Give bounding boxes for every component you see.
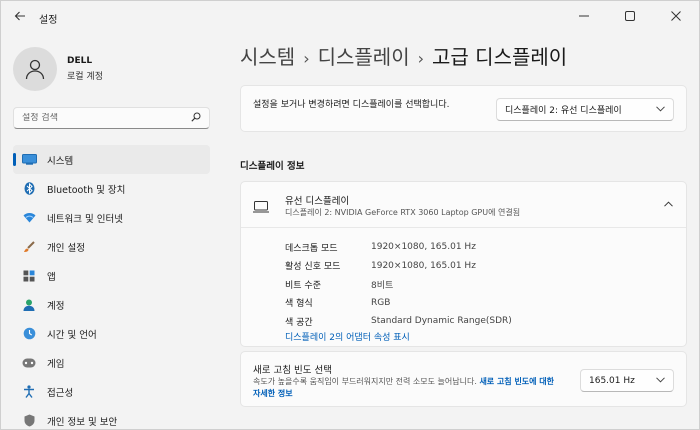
property-key: 비트 수준 [285,280,321,291]
person-icon [21,297,37,313]
sidebar-item-privacy-security[interactable]: 개인 정보 및 보안 [13,406,210,429]
chevron-down-icon [656,376,665,386]
breadcrumb-separator: › [303,49,310,68]
breadcrumb: 시스템 › 디스플레이 › 고급 디스플레이 [240,41,567,70]
close-icon [671,11,681,21]
refresh-rate-title: 새로 고침 빈도 선택 [253,365,332,376]
display-info-title: 유선 디스플레이 [285,196,350,207]
user-profile[interactable]: DELL 로컬 계정 [13,45,103,93]
brush-icon [21,239,37,255]
section-title-display-info: 디스플레이 정보 [240,161,305,172]
sidebar-item-label: 개인 설정 [47,242,85,254]
gamepad-icon [21,355,37,371]
property-value: 8비트 [371,280,394,291]
property-value: 1920×1080, 165.01 Hz [371,260,476,271]
display-select-description: 설정을 보거나 변경하려면 디스플레이를 선택합니다. [253,100,450,110]
refresh-rate-description: 속도가 높을수록 움직임이 부드러워지지만 전력 소모도 늘어납니다. 새로 고… [253,376,563,400]
sidebar-item-label: 게임 [47,358,65,370]
back-button[interactable] [7,7,33,29]
breadcrumb-separator: › [417,49,425,68]
display-select-card: 설정을 보거나 변경하려면 디스플레이를 선택합니다. 디스플레이 2: 유선 … [240,85,687,132]
sidebar: DELL 로컬 계정 시스템 Bluetooth 및 장치 [1,35,223,429]
search-box[interactable] [13,107,210,129]
sidebar-item-label: 네트워크 및 인터넷 [47,213,123,225]
display-select-value: 디스플레이 2: 유선 디스플레이 [505,106,622,116]
maximize-icon [625,11,635,21]
refresh-rate-card: 새로 고침 빈도 선택 속도가 높을수록 움직임이 부드러워지지만 전력 소모도… [240,351,687,407]
sidebar-item-time-language[interactable]: 시간 및 언어 [13,319,210,348]
display-select-dropdown[interactable]: 디스플레이 2: 유선 디스플레이 [496,98,674,121]
sidebar-item-label: 계정 [47,300,65,312]
property-key: 활성 신호 모드 [285,262,341,273]
breadcrumb-item-system[interactable]: 시스템 [240,45,295,69]
sidebar-item-accounts[interactable]: 계정 [13,290,210,319]
sidebar-item-bluetooth[interactable]: Bluetooth 및 장치 [13,174,210,203]
property-value: Standard Dynamic Range(SDR) [371,316,512,327]
property-row: 활성 신호 모드 1920×1080, 165.01 Hz [285,257,512,276]
adapter-properties-link[interactable]: 디스플레이 2의 어댑터 속성 표시 [285,330,410,343]
search-icon[interactable] [191,112,201,125]
arrow-left-icon [14,10,26,26]
sidebar-item-label: 시스템 [47,155,74,167]
refresh-rate-description-text: 속도가 높을수록 움직임이 부드러워지지만 전력 소모도 늘어납니다. [253,377,477,386]
property-row: 색 형식 RGB [285,294,512,313]
settings-window: 설정 DELL 로컬 계정 설정 검색 시스템 Bluetooth 및 장치 네… [0,0,700,430]
bluetooth-icon [21,181,37,197]
monitor-icon [253,198,269,213]
minimize-button[interactable] [561,1,607,31]
property-row: 비트 수준 8비트 [285,275,512,294]
sidebar-item-personalization[interactable]: 개인 설정 [13,232,210,261]
search-input[interactable] [22,113,191,123]
page-title: 고급 디스플레이 [432,45,568,69]
main-content: 시스템 › 디스플레이 › 고급 디스플레이 설정을 보거나 변경하려면 디스플레이를 … [223,35,699,429]
person-icon [25,59,45,80]
property-row: 색 공간 Standard Dynamic Range(SDR) [285,312,512,331]
profile-account-type: 로컬 계정 [67,72,103,82]
sidebar-item-label: Bluetooth 및 장치 [47,184,126,196]
property-key: 색 공간 [285,317,313,328]
breadcrumb-item-display[interactable]: 디스플레이 [318,45,410,69]
app-title: 설정 [39,15,58,26]
sidebar-item-label: 시간 및 언어 [47,329,97,341]
avatar [13,47,57,91]
property-row: 데스크톱 모드 1920×1080, 165.01 Hz [285,238,512,257]
sidebar-item-accessibility[interactable]: 접근성 [13,377,210,406]
property-value: 1920×1080, 165.01 Hz [371,242,476,253]
chevron-up-icon [663,201,673,207]
property-key: 색 형식 [285,299,313,310]
accessibility-icon [21,384,37,400]
display-properties: 데스크톱 모드 1920×1080, 165.01 Hz 활성 신호 모드 19… [285,238,512,331]
property-value: RGB [371,297,391,308]
shield-icon [21,413,37,429]
title-bar: 설정 [1,1,699,35]
sidebar-item-network[interactable]: 네트워크 및 인터넷 [13,203,210,232]
wifi-icon [21,210,37,226]
sidebar-item-gaming[interactable]: 게임 [13,348,210,377]
monitor-icon [21,152,37,168]
sidebar-item-apps[interactable]: 앱 [13,261,210,290]
sidebar-item-label: 개인 정보 및 보안 [47,416,118,428]
refresh-rate-value: 165.01 Hz [589,375,635,386]
display-info-card: 유선 디스플레이 디스플레이 2: NVIDIA GeForce RTX 306… [240,181,687,347]
chevron-down-icon [656,105,665,115]
apps-icon [21,268,37,284]
refresh-rate-dropdown[interactable]: 165.01 Hz [580,369,674,392]
minimize-icon [579,15,589,17]
display-info-subtitle: 디스플레이 2: NVIDIA GeForce RTX 3060 Laptop … [285,208,521,217]
globe-clock-icon [21,326,37,342]
sidebar-nav: 시스템 Bluetooth 및 장치 네트워크 및 인터넷 개인 설정 앱 계정… [13,145,210,429]
property-key: 데스크톱 모드 [285,243,338,254]
window-controls [561,1,699,31]
close-button[interactable] [653,1,699,31]
profile-name: DELL [67,56,93,66]
maximize-button[interactable] [607,1,653,31]
collapse-button[interactable] [660,196,676,212]
display-info-header[interactable]: 유선 디스플레이 디스플레이 2: NVIDIA GeForce RTX 306… [241,182,686,228]
sidebar-item-label: 접근성 [47,387,74,399]
sidebar-item-system[interactable]: 시스템 [13,145,210,174]
sidebar-item-label: 앱 [47,271,56,283]
